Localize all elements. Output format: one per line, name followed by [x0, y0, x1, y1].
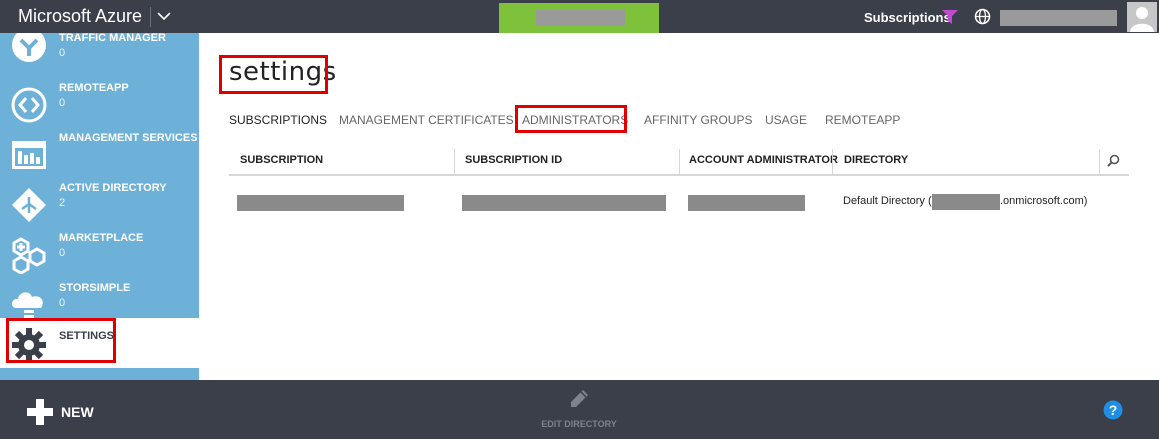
user-silhouette-icon [1130, 7, 1154, 32]
plus-icon[interactable] [27, 399, 53, 425]
filter-icon[interactable] [942, 10, 958, 24]
redacted-user-name[interactable] [1000, 10, 1117, 26]
remoteapp-icon [11, 87, 47, 123]
marketplace-icon [12, 237, 46, 274]
tab-management-certificates[interactable]: MANAGEMENT CERTIFICATES [339, 113, 514, 127]
redacted-subscription-id [462, 195, 666, 211]
redacted-directory-name [536, 10, 625, 26]
tab-subscriptions[interactable]: SUBSCRIPTIONS [229, 113, 327, 127]
tab-affinity-groups[interactable]: AFFINITY GROUPS [644, 113, 752, 127]
svg-text:?: ? [1109, 402, 1118, 418]
sidebar-item-marketplace[interactable]: MARKETPLACE 0 [0, 230, 199, 280]
subscriptions-filter-label[interactable]: Subscriptions [864, 10, 951, 25]
sidebar-item-count: 2 [59, 197, 66, 209]
table-header-divider [229, 174, 1129, 176]
sidebar-item-management-services[interactable]: MANAGEMENT SERVICES [0, 130, 199, 180]
sidebar-item-active-directory[interactable]: ACTIVE DIRECTORY 2 [0, 180, 199, 230]
sidebar-item-remoteapp[interactable]: REMOTEAPP 0 [0, 80, 199, 130]
column-divider [1099, 149, 1100, 175]
tab-usage[interactable]: USAGE [765, 113, 807, 127]
sidebar-item-label: ACTIVE DIRECTORY [59, 182, 167, 194]
sidebar-item-label: TRAFFIC MANAGER [59, 33, 166, 44]
sidebar-item-count: 0 [59, 47, 66, 59]
chevron-down-icon[interactable] [155, 7, 173, 25]
globe-icon[interactable] [974, 8, 991, 25]
search-icon[interactable] [1107, 154, 1120, 167]
sidebar-item-label: MARKETPLACE [59, 232, 144, 244]
help-icon[interactable]: ? [1103, 400, 1123, 420]
edit-directory-button[interactable]: EDIT DIRECTORY [520, 419, 638, 429]
brand-divider [150, 7, 151, 27]
redacted-subscription-name[interactable] [237, 195, 404, 211]
tab-remoteapp[interactable]: REMOTEAPP [825, 113, 900, 127]
top-bar: Microsoft Azure Subscriptions [0, 0, 1159, 33]
sidebar-item-count: 0 [59, 247, 66, 259]
management-services-icon [12, 141, 46, 169]
pencil-icon[interactable] [568, 388, 590, 410]
new-button[interactable]: NEW [61, 404, 94, 420]
column-divider [454, 149, 455, 175]
sidebar-item-label: STORSIMPLE [59, 282, 131, 294]
sidebar-item-count: 0 [59, 97, 66, 109]
title-highlight-outline [219, 55, 328, 94]
column-divider [679, 149, 680, 175]
column-header-subscription-id[interactable]: SUBSCRIPTION ID [465, 154, 562, 166]
redacted-account-administrator [688, 195, 805, 211]
brand-title[interactable]: Microsoft Azure [18, 6, 142, 27]
command-bar: NEW EDIT DIRECTORY ? [0, 380, 1159, 439]
administrators-highlight-outline [515, 105, 627, 133]
active-directory-icon [12, 188, 46, 222]
column-header-account-administrator[interactable]: ACCOUNT ADMINISTRATOR [689, 154, 838, 166]
directory-suffix: .onmicrosoft.com) [1000, 195, 1088, 207]
settings-highlight-outline [6, 318, 116, 363]
column-header-subscription[interactable]: SUBSCRIPTION [240, 154, 323, 166]
sidebar-item-label: MANAGEMENT SERVICES [59, 132, 198, 144]
sidebar-item-label: REMOTEAPP [59, 82, 129, 94]
column-divider [832, 149, 833, 175]
traffic-manager-icon [12, 33, 46, 62]
directory-prefix: Default Directory ( [843, 195, 932, 207]
redacted-directory-domain [932, 194, 1000, 210]
avatar[interactable] [1127, 2, 1157, 32]
sidebar-item-traffic-manager[interactable]: TRAFFIC MANAGER 0 [0, 33, 199, 80]
column-header-directory[interactable]: DIRECTORY [844, 154, 908, 166]
sidebar-item-count: 0 [59, 297, 66, 309]
